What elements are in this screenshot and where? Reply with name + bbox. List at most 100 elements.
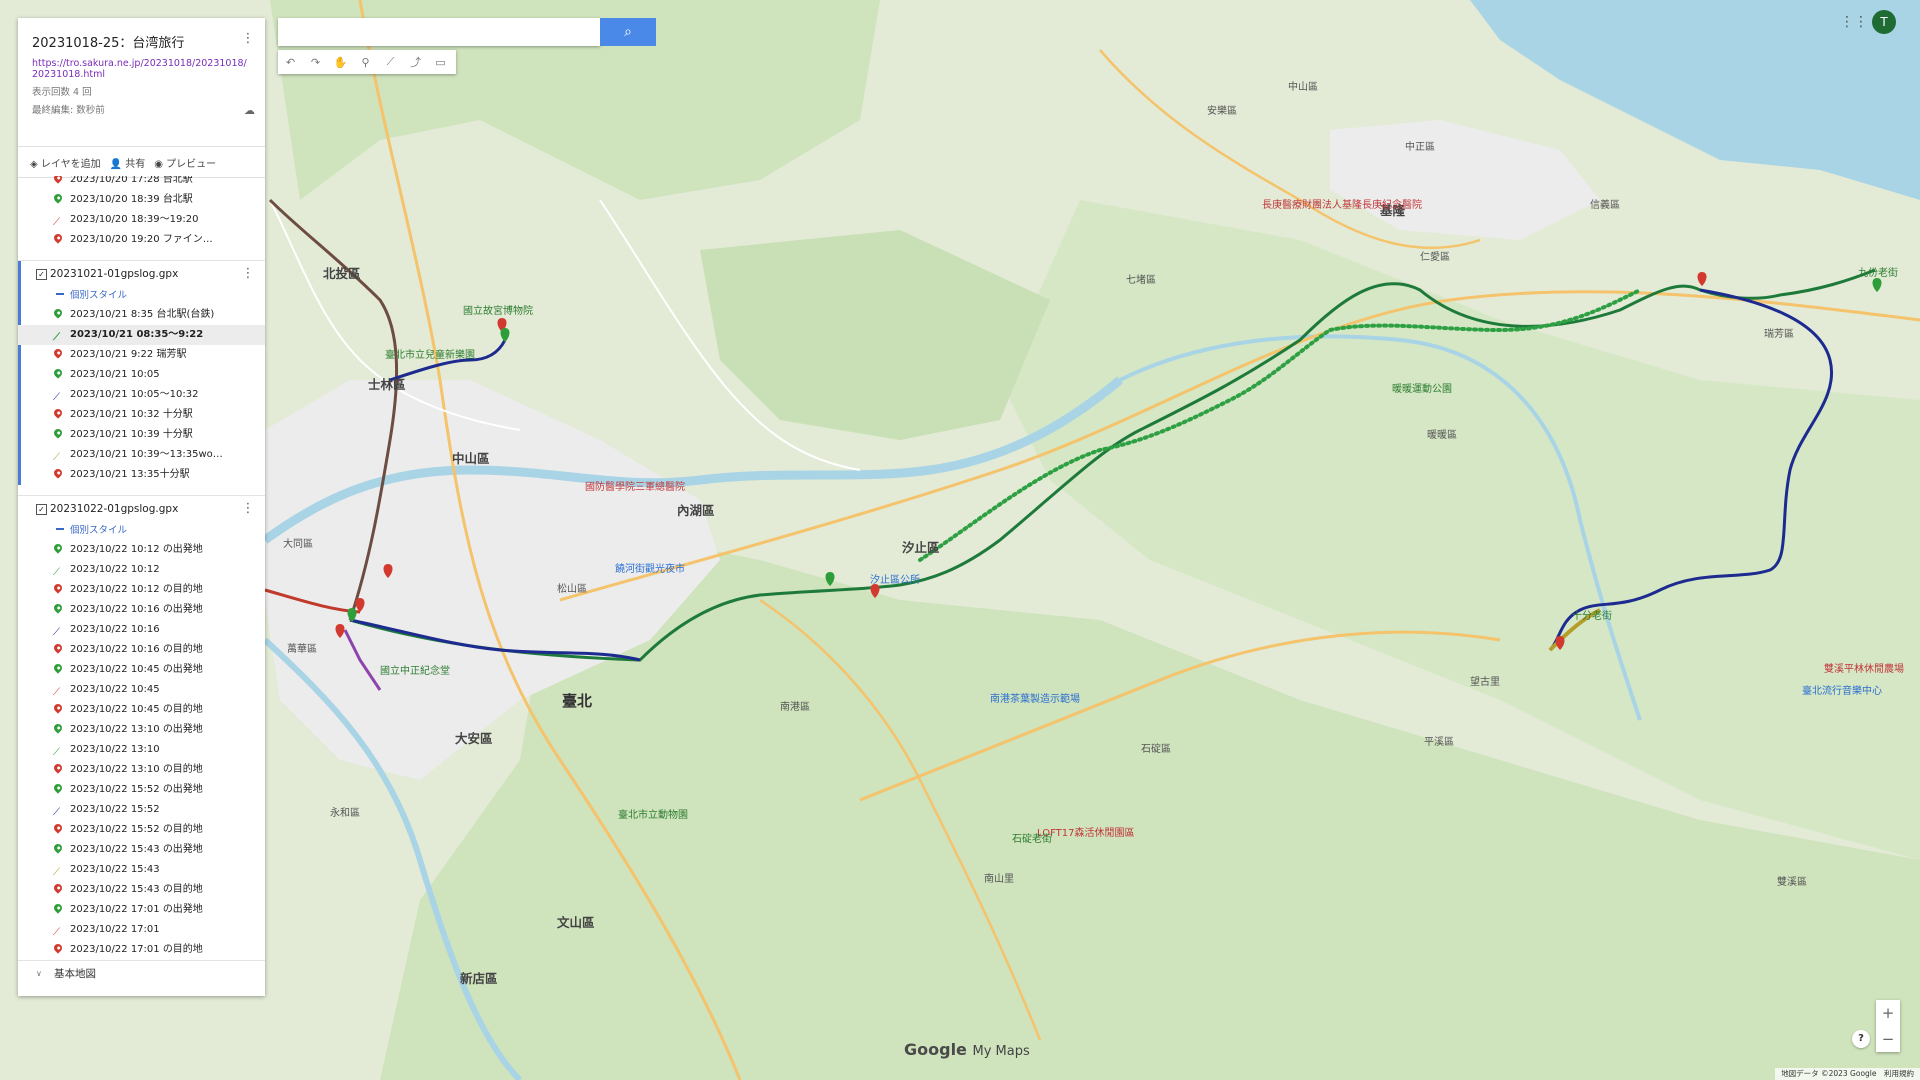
map-place-label[interactable]: 大安區 — [455, 728, 493, 747]
layer-item[interactable]: 2023/10/21 9:22 瑞芳駅 — [18, 345, 265, 365]
layer-item[interactable]: 2023/10/22 15:52 の目的地 — [18, 820, 265, 840]
preview-button[interactable]: ◉ プレビュー — [154, 155, 216, 170]
map-place-label[interactable]: 國防醫學院三軍總醫院 — [585, 478, 685, 493]
layer-item[interactable]: ⟋ 2023/10/22 15:52 — [18, 800, 265, 820]
layer-item[interactable]: 2023/10/22 17:01 の出発地 — [18, 900, 265, 920]
map-place-label[interactable]: 國立故宮博物院 — [463, 302, 533, 317]
map-place-label[interactable]: 文山區 — [557, 912, 595, 931]
zoom-in-button[interactable]: + — [1876, 1000, 1900, 1026]
map-place-label[interactable]: 暖暖運動公園 — [1392, 380, 1452, 395]
map-place-label[interactable]: 南港區 — [780, 698, 810, 713]
layer-item[interactable]: ⟋ 2023/10/22 15:43 — [18, 860, 265, 880]
layer-name[interactable]: 20231022-01gpslog.gpx — [50, 503, 178, 515]
layer-item[interactable]: 2023/10/21 13:35十分駅 — [18, 465, 265, 485]
map-place-label[interactable]: 松山區 — [557, 580, 587, 595]
map-place-label[interactable]: 南山里 — [984, 870, 1014, 885]
map-attribution[interactable]: 地図データ ©2023 Google 利用規約 — [1775, 1068, 1920, 1080]
help-icon[interactable]: ? — [1852, 1030, 1870, 1048]
search-input[interactable] — [278, 18, 600, 46]
map-place-label[interactable]: 臺北 — [562, 690, 592, 711]
layer-header[interactable]: ✓ 20231021-01gpslog.gpx ⋮ — [18, 261, 265, 287]
map-place-label[interactable]: 雙溪平林休閒農場 — [1824, 660, 1904, 675]
map-place-label[interactable]: 南港茶葉製造示範場 — [990, 690, 1080, 705]
ruler-icon[interactable]: ▭ — [428, 56, 453, 69]
layer-checkbox[interactable]: ✓ — [36, 504, 47, 515]
layer-item[interactable]: 2023/10/22 10:45 の目的地 — [18, 700, 265, 720]
layer-name[interactable]: 20231021-01gpslog.gpx — [50, 268, 178, 280]
add-layer-button[interactable]: ◈ レイヤを追加 — [30, 155, 101, 170]
map-place-label[interactable]: 臺北市立動物園 — [618, 806, 688, 821]
map-place-label[interactable]: 仁愛區 — [1420, 248, 1450, 263]
layer-item[interactable]: 2023/10/21 8:35 台北駅(台鉄) — [18, 305, 265, 325]
map-place-label[interactable]: 大同區 — [283, 535, 313, 550]
add-marker-icon[interactable]: ⚲ — [353, 56, 378, 69]
map-place-label[interactable]: 永和區 — [330, 804, 360, 819]
map-place-label[interactable]: 士林區 — [368, 374, 406, 393]
map-place-label[interactable]: 暖暖區 — [1427, 426, 1457, 441]
search-button[interactable]: ⌕ — [600, 18, 656, 46]
layer-header[interactable]: ✓ 20231022-01gpslog.gpx ⋮ — [18, 496, 265, 522]
layer-item[interactable]: ⟋ 2023/10/21 10:39～13:35wo… — [18, 445, 265, 465]
layer-list[interactable]: 2023/10/20 17:28 台北駅 2023/10/20 18:39 台北駅… — [18, 176, 265, 996]
layer-item[interactable]: 2023/10/22 13:10 の出発地 — [18, 720, 265, 740]
hand-icon[interactable]: ✋ — [328, 56, 353, 69]
map-place-label[interactable]: 平溪區 — [1424, 733, 1454, 748]
layer-item[interactable]: ⟋ 2023/10/22 10:16 — [18, 620, 265, 640]
map-place-label[interactable]: 臺北市立兒童新樂園 — [385, 346, 475, 361]
map-place-label[interactable]: 汐止區 — [902, 537, 940, 556]
map-place-label[interactable]: 汐止區公所 — [870, 571, 920, 586]
layer-item[interactable]: 2023/10/22 10:16 の目的地 — [18, 640, 265, 660]
layer-item[interactable]: 2023/10/22 10:16 の出発地 — [18, 600, 265, 620]
layer-item[interactable]: 2023/10/22 15:43 の出発地 — [18, 840, 265, 860]
layer-item[interactable]: ⟋ 2023/10/21 08:35～9:22 — [18, 325, 265, 345]
map-place-label[interactable]: 石碇老街 — [1012, 830, 1052, 845]
map-place-label[interactable]: 萬華區 — [287, 640, 317, 655]
base-map-toggle[interactable]: 基本地図 — [18, 960, 265, 987]
layer-item[interactable]: ⟋ 2023/10/22 10:45 — [18, 680, 265, 700]
map-place-label[interactable]: 中正區 — [1405, 138, 1435, 153]
layer-item[interactable]: 2023/10/20 17:28 台北駅 — [18, 176, 265, 190]
layer-item[interactable]: ⟋ 2023/10/22 13:10 — [18, 740, 265, 760]
map-title[interactable]: 20231018-25：台湾旅行 — [32, 32, 255, 51]
map-options-kebab-icon[interactable]: ⋮ — [241, 32, 255, 45]
map-place-label[interactable]: 九份老街 — [1858, 264, 1898, 279]
map-place-label[interactable]: 望古里 — [1470, 673, 1500, 688]
map-place-label[interactable]: 安樂區 — [1207, 102, 1237, 117]
map-place-label[interactable]: 內湖區 — [677, 500, 715, 519]
map-place-label[interactable]: 饒河街觀光夜市 — [615, 560, 685, 575]
layer-item[interactable]: 2023/10/22 10:12 の出発地 — [18, 540, 265, 560]
layer-item[interactable]: 2023/10/22 17:01 の目的地 — [18, 940, 265, 960]
layer-item[interactable]: ⟋ 2023/10/22 10:12 — [18, 560, 265, 580]
draw-line-icon[interactable]: ⟋ — [378, 55, 403, 69]
map-place-label[interactable]: 長庚醫療財團法人基隆長庚紀念醫院 — [1262, 196, 1422, 211]
individual-style-link[interactable]: 個別スタイル — [18, 522, 265, 540]
layer-item[interactable]: 2023/10/21 10:05 — [18, 365, 265, 385]
directions-icon[interactable]: ⤴ — [403, 54, 428, 70]
map-place-label[interactable]: 信義區 — [1590, 196, 1620, 211]
layer-item[interactable]: 2023/10/21 10:32 十分駅 — [18, 405, 265, 425]
redo-icon[interactable]: ↷ — [303, 56, 328, 69]
layer-item[interactable]: 2023/10/21 10:39 十分駅 — [18, 425, 265, 445]
layer-item[interactable]: ⟋ 2023/10/20 18:39～19:20 — [18, 210, 265, 230]
share-button[interactable]: 👤 共有 — [110, 155, 146, 170]
map-description-link[interactable]: https://tro.sakura.ne.jp/20231018/202310… — [32, 58, 252, 80]
layer-options-kebab-icon[interactable]: ⋮ — [241, 267, 255, 280]
map-place-label[interactable]: 中山區 — [452, 448, 490, 467]
map-place-label[interactable]: 中山區 — [1288, 78, 1318, 93]
map-place-label[interactable]: 北投區 — [323, 263, 361, 282]
map-place-label[interactable]: 七堵區 — [1126, 271, 1156, 286]
map-place-label[interactable]: 雙溪區 — [1777, 873, 1807, 888]
individual-style-link[interactable]: 個別スタイル — [18, 287, 265, 305]
avatar[interactable]: T — [1872, 10, 1896, 34]
layer-item[interactable]: ⟋ 2023/10/21 10:05～10:32 — [18, 385, 265, 405]
map-place-label[interactable]: 石碇區 — [1141, 740, 1171, 755]
layer-checkbox[interactable]: ✓ — [36, 269, 47, 280]
layer-item[interactable]: ⟋ 2023/10/22 17:01 — [18, 920, 265, 940]
undo-icon[interactable]: ↶ — [278, 56, 303, 69]
map-place-label[interactable]: 新店區 — [460, 968, 498, 987]
layer-item[interactable]: 2023/10/20 19:20 ファイン… — [18, 230, 265, 250]
layer-item[interactable]: 2023/10/22 10:12 の目的地 — [18, 580, 265, 600]
map-place-label[interactable]: 瑞芳區 — [1764, 325, 1794, 340]
layer-item[interactable]: 2023/10/22 13:10 の目的地 — [18, 760, 265, 780]
map-place-label[interactable]: 臺北流行音樂中心 — [1802, 682, 1882, 697]
